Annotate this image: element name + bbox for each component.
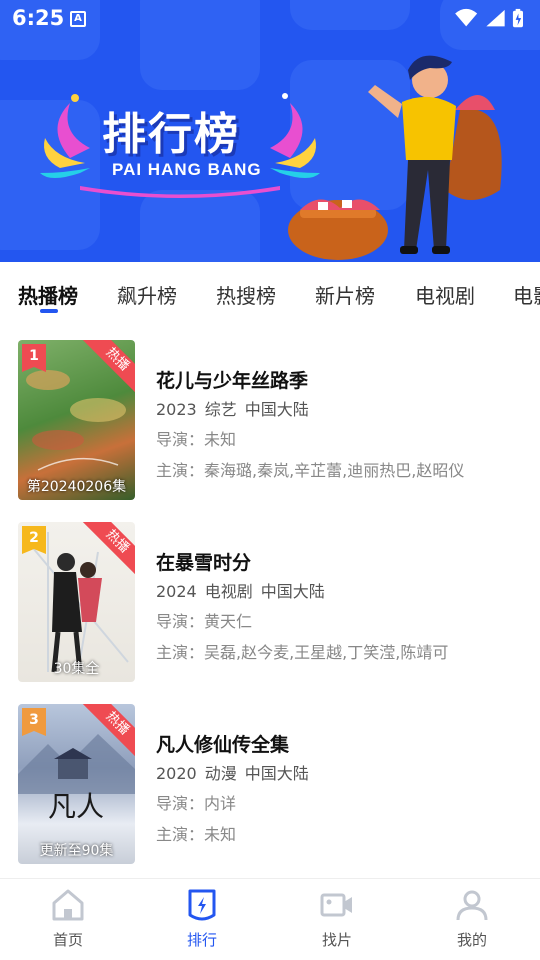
tab-rising[interactable]: 飙升榜 (117, 280, 177, 309)
item-genre: 动漫 (204, 764, 237, 783)
person-illustration (288, 55, 502, 260)
poster-image[interactable]: 1 热播 第20240206集 (18, 340, 135, 500)
poster-calligraphy: 凡人 (48, 790, 104, 823)
item-meta: 2020 动漫 中国大陆 (156, 760, 317, 784)
poster-image[interactable]: 凡人 3 热播 更新至90集 (18, 704, 135, 864)
banner-subtitle: PAI HANG BANG (112, 160, 262, 179)
tab-hot-play[interactable]: 热播榜 (18, 280, 78, 309)
video-camera-icon (320, 893, 352, 917)
status-icons (455, 8, 523, 28)
ranking-logo: 排行榜 PAI HANG BANG (40, 88, 320, 198)
bottom-nav: 首页 排行 找片 我的 (0, 878, 540, 960)
item-region: 中国大陆 (260, 582, 325, 601)
item-meta: 2024 电视剧 中国大陆 (156, 578, 333, 602)
item-cast: 主演：未知 (156, 825, 237, 844)
battery-icon (512, 8, 523, 28)
item-title[interactable]: 花儿与少年丝路季 (156, 366, 308, 393)
nav-ranking-label: 排行 (186, 931, 217, 949)
list-item[interactable]: 1 热播 第20240206集 花儿与少年丝路季 2023 综艺 中国大陆 导演：未… (0, 322, 540, 502)
home-icon (52, 889, 84, 921)
ranking-icon (188, 889, 216, 921)
tab-tv-series[interactable]: 电视剧 (415, 280, 475, 309)
nav-mine-label: 我的 (456, 931, 487, 949)
tab-active-indicator (40, 309, 58, 313)
nav-find-label: 找片 (321, 931, 352, 949)
banner-title: 排行榜 (102, 109, 240, 160)
item-meta: 2023 综艺 中国大陆 (156, 396, 317, 420)
item-title[interactable]: 在暴雪时分 (156, 548, 251, 575)
signal-icon (486, 9, 505, 27)
tab-hot-search[interactable]: 热搜榜 (216, 280, 276, 309)
episode-caption: 更新至90集 (39, 843, 114, 859)
nav-home[interactable]: 首页 (18, 887, 118, 957)
status-time: 6:25 (12, 6, 65, 30)
item-director: 导演：未知 (156, 430, 237, 449)
list-item[interactable]: 凡人 3 热播 更新至90集 凡人修仙传全集 2020 动漫 中国大陆 导演：内详 … (0, 686, 540, 866)
notification-icon: A (70, 11, 86, 27)
item-region: 中国大陆 (244, 400, 309, 419)
wifi-icon (455, 8, 478, 27)
list-item[interactable]: 2 热播 30集全 在暴雪时分 2024 电视剧 中国大陆 导演：黄天仁 主演：吴磊… (0, 504, 540, 684)
nav-home-label: 首页 (52, 931, 83, 949)
tab-new-release[interactable]: 新片榜 (315, 280, 375, 309)
item-year: 2020 (156, 764, 197, 783)
nav-mine[interactable]: 我的 (422, 887, 522, 957)
item-year: 2024 (156, 582, 197, 601)
item-director: 导演：内详 (156, 794, 237, 813)
episode-caption: 30集全 (53, 661, 100, 677)
nav-find[interactable]: 找片 (287, 887, 387, 957)
item-genre: 综艺 (204, 400, 237, 419)
episode-caption: 第20240206集 (26, 479, 127, 495)
ranking-tabs: 热播榜 飙升榜 热搜榜 新片榜 电视剧 电影 (0, 262, 540, 322)
item-title[interactable]: 凡人修仙传全集 (156, 730, 289, 757)
user-icon (456, 890, 488, 921)
item-director: 导演：黄天仁 (156, 612, 253, 631)
item-region: 中国大陆 (244, 764, 309, 783)
poster-image[interactable]: 2 热播 30集全 (18, 522, 135, 682)
tab-movie[interactable]: 电影 (513, 280, 540, 309)
nav-ranking[interactable]: 排行 (152, 887, 252, 957)
status-bar: 6:25 A (0, 0, 540, 40)
item-cast: 主演：吴磊,赵今麦,王星越,丁笑滢,陈靖可 (156, 643, 449, 662)
item-year: 2023 (156, 400, 197, 419)
item-genre: 电视剧 (204, 582, 253, 601)
item-cast: 主演：秦海璐,秦岚,辛芷蕾,迪丽热巴,赵昭仪 (156, 461, 465, 480)
ranking-banner: 6:25 A 排行榜 PAI HANG BANG (0, 0, 540, 262)
